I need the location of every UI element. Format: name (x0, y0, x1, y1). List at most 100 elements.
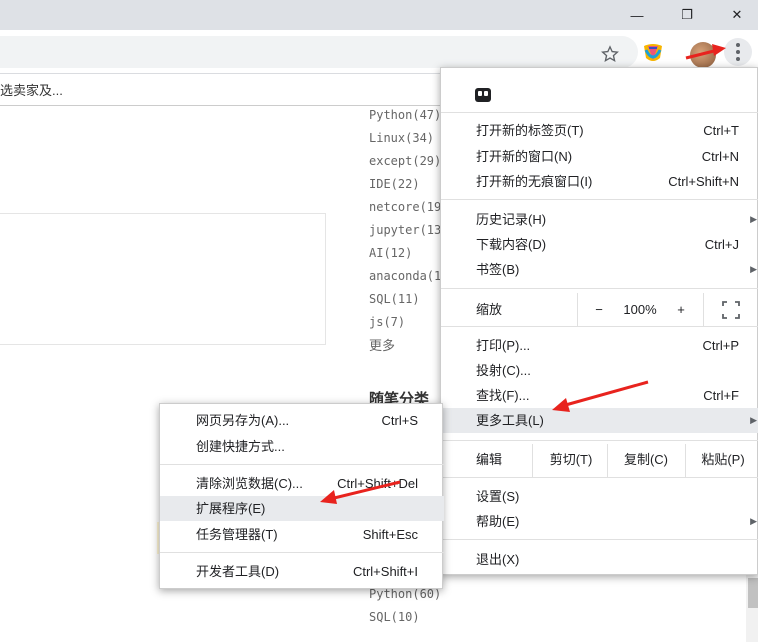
menu-item-cast[interactable]: 投射(C)... (441, 358, 758, 383)
tag-link[interactable]: SQL(11) (369, 288, 441, 311)
menu-item-shortcut: Ctrl+T (703, 123, 739, 138)
paste-button[interactable]: 粘贴(P) (691, 444, 755, 477)
address-bar[interactable] (0, 36, 638, 68)
menu-item-label: 开发者工具(D) (196, 564, 280, 579)
star-icon[interactable] (598, 42, 622, 66)
search-text: 选卖家及... (0, 83, 63, 98)
edit-divider (607, 444, 608, 477)
zoom-out-button[interactable]: − (581, 293, 617, 326)
profile-avatar[interactable] (690, 42, 716, 68)
zoom-label: 缩放 (476, 302, 503, 317)
menu-item-label: 查找(F)... (476, 388, 530, 403)
menu-separator (441, 199, 758, 200)
menu-item-more-tools[interactable]: 更多工具(L) ▶ (441, 408, 758, 433)
menu-item-label: 任务管理器(T) (196, 527, 278, 542)
menu-item-label: 打开新的窗口(N) (476, 149, 573, 164)
category-list: Python(60) SQL(10) (369, 583, 441, 629)
menu-separator (160, 552, 444, 553)
menu-item-label: 设置(S) (476, 489, 520, 504)
close-button[interactable]: ✕ (714, 0, 758, 30)
edit-divider (532, 444, 533, 477)
tag-link[interactable]: Linux(34) (369, 127, 441, 150)
chrome-main-menu: 打开新的标签页(T) Ctrl+T 打开新的窗口(N) Ctrl+N 打开新的无… (440, 67, 758, 575)
more-tools-submenu: 网页另存为(A)... Ctrl+S 创建快捷方式... 清除浏览数据(C)..… (159, 403, 444, 589)
copy-button[interactable]: 复制(C) (611, 444, 681, 477)
tag-link[interactable]: IDE(22) (369, 173, 441, 196)
tag-link[interactable]: AI(12) (369, 242, 441, 265)
tag-link[interactable]: except(29) (369, 150, 441, 173)
zoom-level: 100% (623, 302, 657, 317)
menu-item-bookmarks[interactable]: 书签(B) ▶ (441, 257, 758, 282)
submenu-arrow-icon: ▶ (750, 415, 757, 425)
submenu-item-create-shortcut[interactable]: 创建快捷方式... (160, 434, 444, 459)
menu-item-help[interactable]: 帮助(E) ▶ (441, 509, 758, 534)
menu-separator (441, 112, 758, 113)
menu-item-label: 书签(B) (476, 262, 520, 277)
fullscreen-icon[interactable] (711, 293, 751, 326)
logo-icon (475, 88, 491, 102)
menu-item-label: 网页另存为(A)... (196, 413, 290, 428)
tag-link[interactable]: js(7) (369, 311, 441, 334)
vertical-dots-icon[interactable] (724, 38, 752, 66)
menu-item-shortcut: Ctrl+N (701, 149, 739, 164)
menu-item-shortcut: Ctrl+Shift+I (352, 564, 418, 579)
menu-item-print[interactable]: 打印(P)... Ctrl+P (441, 333, 758, 358)
menu-item-shortcut: Ctrl+Shift+N (668, 174, 739, 189)
menu-item-shortcut: Shift+Esc (362, 527, 418, 542)
menu-item-shortcut: Ctrl+P (702, 338, 739, 353)
scrollbar-thumb[interactable] (748, 578, 758, 608)
submenu-item-clear-data[interactable]: 清除浏览数据(C)... Ctrl+Shift+Del (160, 471, 444, 496)
zoom-divider (703, 293, 704, 326)
zoom-divider (577, 293, 578, 326)
minimize-button[interactable]: — (614, 0, 660, 30)
content-box (0, 213, 326, 345)
menu-item-label: 更多工具(L) (476, 413, 544, 428)
menu-item-label: 打开新的无痕窗口(I) (476, 174, 593, 189)
cut-button[interactable]: 剪切(T) (536, 444, 606, 477)
submenu-arrow-icon: ▶ (750, 214, 757, 224)
submenu-item-extensions[interactable]: 扩展程序(E) (160, 496, 444, 521)
submenu-item-devtools[interactable]: 开发者工具(D) Ctrl+Shift+I (160, 559, 444, 584)
menu-item-find[interactable]: 查找(F)... Ctrl+F (441, 383, 758, 408)
tag-link[interactable]: Python(47) (369, 104, 441, 127)
submenu-item-save-page[interactable]: 网页另存为(A)... Ctrl+S (160, 408, 444, 433)
more-link[interactable]: 更多 (369, 334, 441, 357)
title-bar: — ❐ ✕ (0, 0, 758, 30)
menu-item-new-window[interactable]: 打开新的窗口(N) Ctrl+N (441, 144, 758, 169)
edit-row: 编辑 剪切(T) 复制(C) 粘贴(P) (441, 444, 758, 477)
menu-item-exit[interactable]: 退出(X) (441, 547, 758, 572)
menu-separator (441, 539, 758, 540)
tag-link[interactable]: netcore(19 (369, 196, 441, 219)
colorful-extension-icon[interactable] (640, 40, 666, 66)
zoom-in-button[interactable]: + (663, 293, 699, 326)
menu-item-shortcut: Ctrl+F (703, 388, 739, 403)
menu-separator (441, 477, 758, 478)
menu-item-label: 下载内容(D) (476, 237, 547, 252)
menu-separator (441, 326, 758, 327)
menu-item-shortcut: Ctrl+S (381, 413, 418, 428)
menu-item-new-tab[interactable]: 打开新的标签页(T) Ctrl+T (441, 118, 758, 143)
submenu-arrow-icon: ▶ (750, 264, 757, 274)
menu-item-label: 退出(X) (476, 552, 520, 567)
submenu-arrow-icon: ▶ (750, 516, 757, 526)
menu-item-label: 清除浏览数据(C)... (196, 476, 303, 491)
menu-item-label: 投射(C)... (476, 363, 531, 378)
menu-item-settings[interactable]: 设置(S) (441, 484, 758, 509)
menu-separator (441, 288, 758, 289)
tag-link[interactable]: jupyter(13 (369, 219, 441, 242)
category-link[interactable]: SQL(10) (369, 606, 441, 629)
menu-item-label: 打开新的标签页(T) (476, 123, 584, 138)
menu-item-incognito[interactable]: 打开新的无痕窗口(I) Ctrl+Shift+N (441, 169, 758, 194)
menu-item-downloads[interactable]: 下载内容(D) Ctrl+J (441, 232, 758, 257)
menu-item-label: 打印(P)... (476, 338, 531, 353)
submenu-item-task-manager[interactable]: 任务管理器(T) Shift+Esc (160, 522, 444, 547)
menu-item-label: 创建快捷方式... (196, 439, 285, 454)
menu-item-label: 扩展程序(E) (196, 501, 266, 516)
tag-link[interactable]: anaconda(1 (369, 265, 441, 288)
menu-item-shortcut: Ctrl+Shift+Del (337, 476, 418, 491)
maximize-button[interactable]: ❐ (664, 0, 710, 30)
menu-item-history[interactable]: 历史记录(H) ▶ (441, 207, 758, 232)
menu-separator (160, 464, 444, 465)
zoom-row: 缩放 − 100% + (441, 293, 758, 326)
menu-item-label: 历史记录(H) (476, 212, 547, 227)
